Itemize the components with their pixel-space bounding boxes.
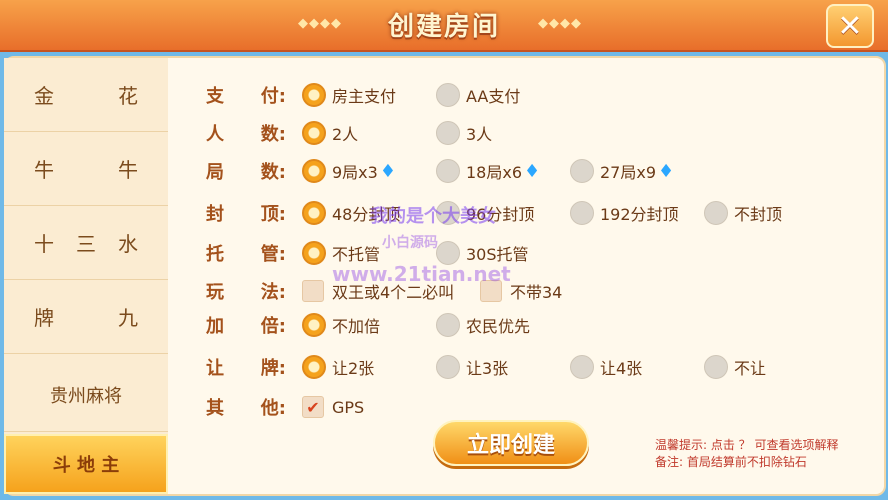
checkbox-icon	[480, 280, 502, 302]
radio-icon	[436, 159, 460, 183]
sidebar-item-label: 斗 地 主	[52, 455, 120, 476]
check-icon: ✔	[302, 396, 324, 418]
radio-selected-icon	[302, 201, 326, 225]
row-cap: 封顶: 48分封顶 96分封顶 192分封顶 不封顶	[170, 198, 886, 228]
row-label: 支付:	[206, 86, 286, 107]
sidebar-item-paijiu[interactable]: 牌 九	[4, 280, 168, 354]
sidebar-item-guizhou-mahjong[interactable]: 贵州麻将	[4, 358, 168, 432]
radio-icon	[436, 313, 460, 337]
radio-selected-icon	[302, 83, 326, 107]
sidebar-item-label: 牛	[34, 158, 54, 182]
create-room-button[interactable]: 立即创建	[433, 420, 589, 466]
sidebar-item-label: 牌	[34, 306, 54, 330]
diamond-icon: ♦	[658, 160, 675, 182]
row-other: 其他: ✔ GPS	[170, 392, 886, 422]
radio-selected-icon	[302, 241, 326, 265]
row-payment: 支付: 房主支付 AA支付	[170, 80, 886, 110]
option-cap-192[interactable]: 192分封顶	[570, 198, 679, 228]
option-aa-pay[interactable]: AA支付	[436, 80, 520, 110]
row-rounds: 局数: 9局x3 ♦ 18局x6 ♦ 27局x9 ♦	[170, 156, 886, 186]
radio-icon	[436, 201, 460, 225]
option-27-rounds[interactable]: 27局x9 ♦	[570, 156, 674, 186]
sidebar-item-niuniu[interactable]: 牛 牛	[4, 132, 168, 206]
row-label: 局数:	[206, 162, 286, 183]
option-2-players[interactable]: 2人	[302, 118, 358, 148]
row-concede: 让牌: 让2张 让3张 让4张 不让	[170, 352, 886, 382]
sidebar-item-label: 水	[118, 232, 138, 256]
option-concede-3[interactable]: 让3张	[436, 352, 508, 382]
option-no-autoplay[interactable]: 不托管	[302, 238, 380, 268]
help-tip: 温馨提示: 点击 ？ 可查看选项解释	[655, 438, 839, 452]
sidebar-item-label: 花	[118, 84, 138, 108]
sidebar-item-doudizhu[interactable]: 斗 地 主	[4, 434, 168, 494]
sidebar-item-label: 三	[76, 232, 96, 256]
close-button[interactable]: ✕	[826, 4, 874, 48]
page-title: 创建房间	[387, 12, 500, 42]
checkbox-icon	[302, 280, 324, 302]
sidebar-item-label: 十	[34, 232, 54, 256]
option-3-players[interactable]: 3人	[436, 118, 492, 148]
sidebar-item-shisanshui[interactable]: 十 三 水	[4, 206, 168, 280]
diamond-icon: ♦	[379, 160, 396, 182]
row-label: 玩法:	[206, 282, 286, 303]
option-cap-96[interactable]: 96分封顶	[436, 198, 534, 228]
radio-icon	[570, 355, 594, 379]
option-18-rounds[interactable]: 18局x6 ♦	[436, 156, 540, 186]
row-gameplay: 玩法: 双王或4个二必叫 不带34	[170, 276, 886, 306]
header-bar: ◆◆◆◆ 创建房间 ◆◆◆◆ ✕	[0, 0, 888, 52]
option-double-joker-call[interactable]: 双王或4个二必叫	[302, 276, 454, 306]
radio-icon	[436, 83, 460, 107]
radio-icon	[436, 121, 460, 145]
row-autoplay: 托管: 不托管 30S托管	[170, 238, 886, 268]
option-cap-48[interactable]: 48分封顶	[302, 198, 400, 228]
radio-selected-icon	[302, 159, 326, 183]
sidebar-item-label: 金	[34, 84, 54, 108]
game-sidebar: 金 花 牛 牛 十 三 水 牌 九 贵州麻将 斗 地 主	[4, 58, 168, 494]
radio-icon	[436, 241, 460, 265]
radio-selected-icon	[302, 121, 326, 145]
row-label: 让牌:	[206, 358, 286, 379]
option-owner-pay[interactable]: 房主支付	[302, 80, 396, 110]
close-icon: ✕	[837, 8, 863, 44]
diamond-icon: ♦	[524, 160, 541, 182]
radio-icon	[704, 355, 728, 379]
radio-icon	[570, 159, 594, 183]
option-farmer-first[interactable]: 农民优先	[436, 310, 530, 340]
row-label: 其他:	[206, 398, 286, 419]
radio-selected-icon	[302, 355, 326, 379]
radio-icon	[436, 355, 460, 379]
option-concede-2[interactable]: 让2张	[302, 352, 374, 382]
sidebar-item-label: 贵州麻将	[50, 385, 122, 407]
option-no-34[interactable]: 不带34	[480, 276, 562, 306]
row-label: 人数:	[206, 124, 286, 145]
option-no-cap[interactable]: 不封顶	[704, 198, 782, 228]
option-concede-4[interactable]: 让4张	[570, 352, 642, 382]
option-gps[interactable]: ✔ GPS	[302, 392, 364, 422]
note-tip: 备注: 首局结算前不扣除钻石	[655, 455, 807, 469]
row-label: 封顶:	[206, 204, 286, 225]
option-no-concede[interactable]: 不让	[704, 352, 766, 382]
sidebar-item-label: 牛	[118, 158, 138, 182]
row-label: 加倍:	[206, 316, 286, 337]
option-30s-autoplay[interactable]: 30S托管	[436, 238, 529, 268]
option-no-double[interactable]: 不加倍	[302, 310, 380, 340]
radio-icon	[704, 201, 728, 225]
title-decoration-right: ◆◆◆◆	[538, 16, 582, 31]
sidebar-item-jinhua[interactable]: 金 花	[4, 58, 168, 132]
row-players: 人数: 2人 3人	[170, 118, 886, 148]
option-9-rounds[interactable]: 9局x3 ♦	[302, 156, 396, 186]
radio-icon	[570, 201, 594, 225]
sidebar-item-label: 九	[118, 306, 138, 330]
row-double: 加倍: 不加倍 农民优先	[170, 310, 886, 340]
row-label: 托管:	[206, 244, 286, 265]
radio-selected-icon	[302, 313, 326, 337]
